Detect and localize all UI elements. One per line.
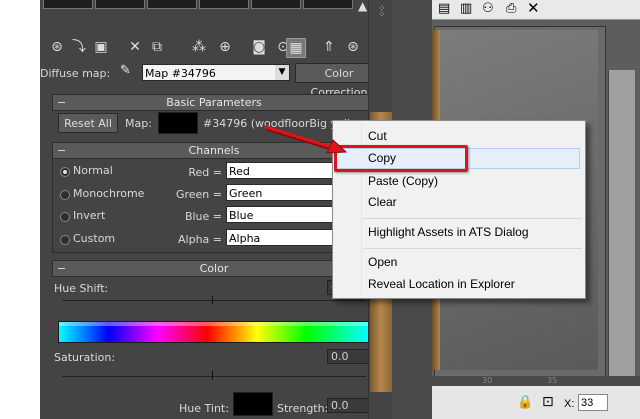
annotation-arrow-line	[264, 125, 336, 150]
annotation-arrow	[264, 125, 348, 154]
annotation-arrow-head	[326, 139, 348, 154]
